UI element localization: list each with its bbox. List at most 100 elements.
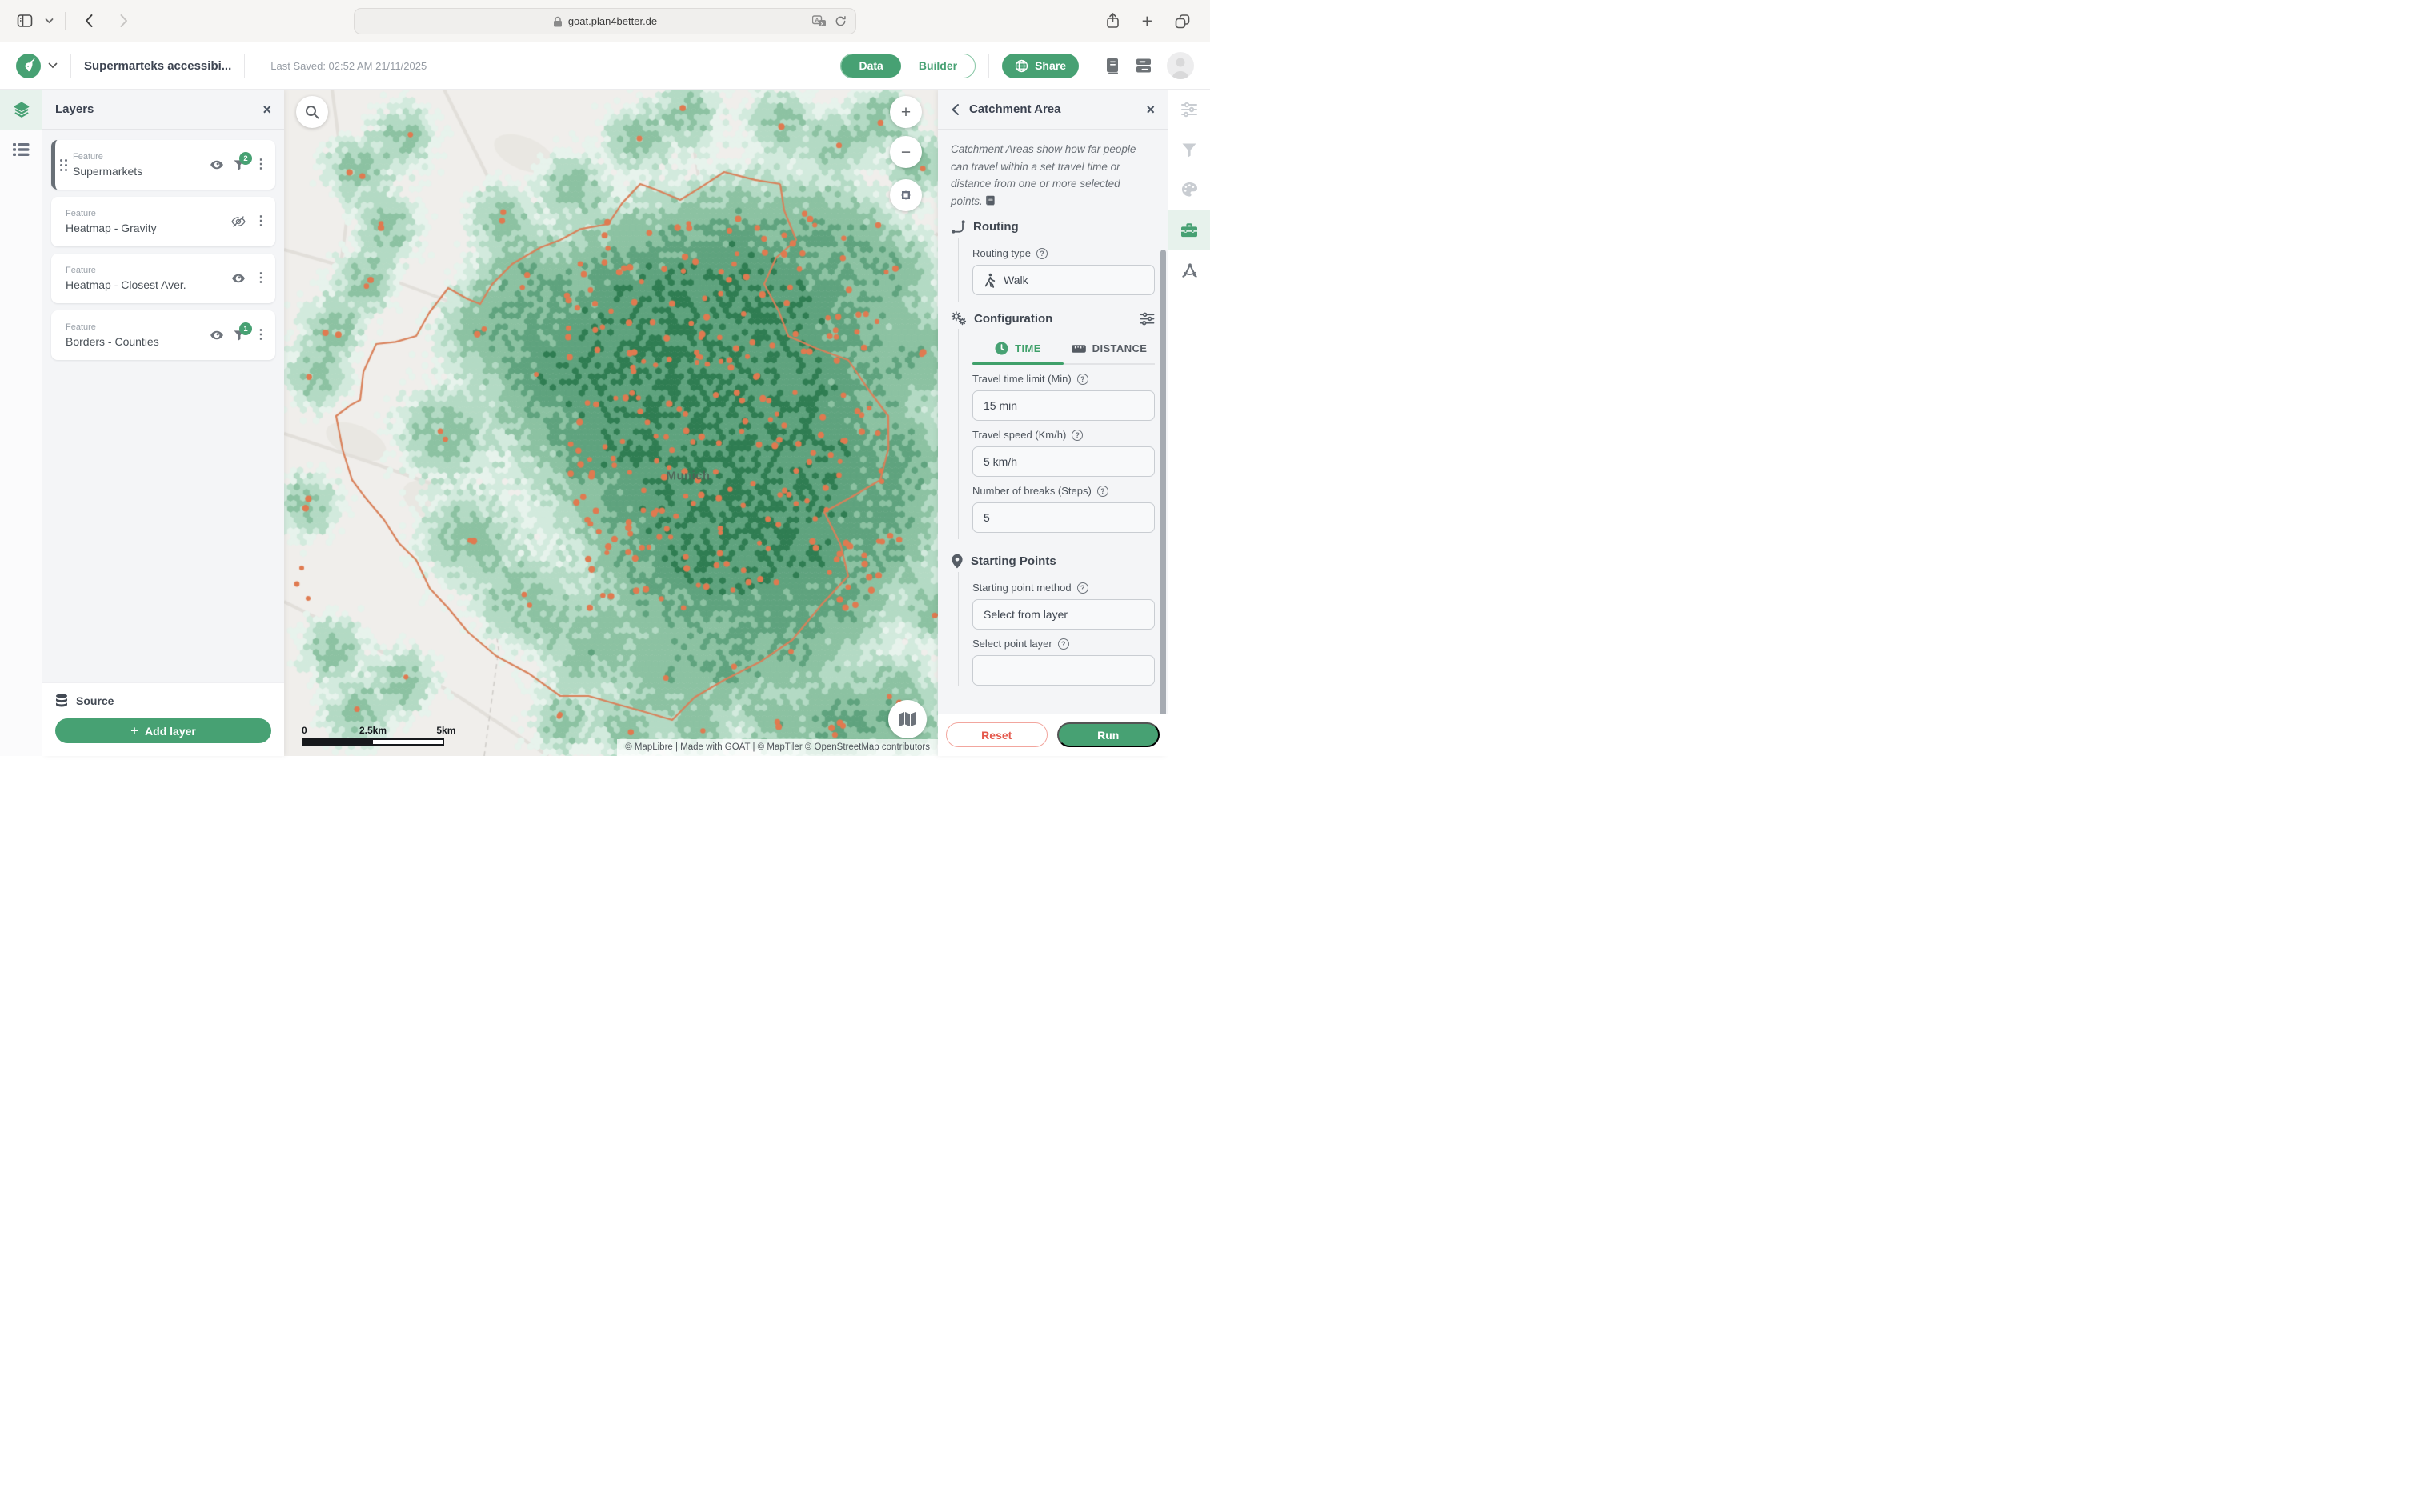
travel-speed-input[interactable]: 5 km/h — [972, 446, 1155, 477]
panel-scrollbar[interactable] — [1160, 250, 1166, 714]
tab-overview-icon[interactable] — [1174, 13, 1191, 30]
rail-item-layers[interactable] — [0, 90, 42, 130]
basemap-button[interactable] — [888, 700, 927, 738]
catchment-area-panel: Catchment Area × Catchment Areas show ho… — [938, 90, 1168, 756]
tab-builder[interactable]: Builder — [901, 54, 975, 78]
fullscreen-button[interactable] — [890, 179, 922, 211]
sidebar-toggle-icon[interactable] — [16, 12, 34, 30]
filter-count-badge: 1 — [239, 322, 252, 335]
layer-card-heatmap-gravity[interactable]: Feature Heatmap - Gravity ⋮ — [51, 197, 275, 246]
help-icon[interactable]: ? — [1058, 638, 1069, 650]
database-icon — [55, 694, 68, 708]
map-search-button[interactable] — [296, 96, 328, 128]
visibility-eye-icon[interactable] — [231, 271, 246, 286]
layers-icon — [13, 101, 30, 118]
address-bar[interactable]: goat.plan4better.de Ax — [354, 8, 856, 34]
help-icon[interactable]: ? — [1036, 248, 1048, 259]
panel-close-icon[interactable]: × — [1146, 102, 1155, 117]
layer-menu-icon[interactable]: ⋮ — [254, 215, 267, 228]
layer-card-borders-counties[interactable]: Feature Borders - Counties 1 ⋮ — [51, 310, 275, 360]
layer-type-label: Feature — [73, 152, 142, 162]
starting-point-method-select[interactable]: Select from layer — [972, 599, 1155, 630]
zoom-out-button[interactable]: − — [890, 136, 922, 168]
help-icon[interactable]: ? — [1072, 430, 1083, 441]
svg-text:A: A — [815, 16, 819, 23]
pin-icon — [951, 554, 964, 569]
tab-distance[interactable]: DISTANCE — [1064, 335, 1155, 363]
search-icon — [304, 104, 320, 120]
avatar[interactable] — [1167, 52, 1194, 79]
routing-type-value: Walk — [1004, 274, 1028, 286]
visibility-eye-icon[interactable] — [210, 158, 224, 172]
add-layer-button[interactable]: + Add layer — [55, 718, 271, 743]
layer-card-heatmap-closest[interactable]: Feature Heatmap - Closest Aver... ⋮ — [51, 254, 275, 303]
docs-book-icon[interactable] — [985, 195, 996, 206]
travel-time-input[interactable]: 15 min — [972, 390, 1155, 421]
ruler-icon — [1072, 344, 1086, 354]
rail-item-style[interactable] — [1168, 170, 1210, 210]
reload-icon[interactable] — [835, 15, 847, 27]
rail-item-properties[interactable] — [1168, 90, 1210, 130]
filter-icon[interactable]: 1 — [233, 329, 246, 342]
tab-time[interactable]: TIME — [972, 335, 1064, 363]
layer-menu-icon[interactable]: ⋮ — [254, 329, 267, 342]
layer-type-label: Feature — [66, 322, 159, 332]
goat-logo[interactable] — [16, 54, 41, 78]
travel-speed-label: Travel speed (Km/h) ? — [972, 429, 1155, 441]
city-label: Munich — [667, 470, 711, 483]
layers-close-icon[interactable]: × — [262, 102, 271, 117]
news-panels-icon[interactable] — [1135, 58, 1152, 74]
translate-icon[interactable]: Ax — [812, 15, 827, 28]
sidebar-chevron-down-icon[interactable] — [45, 18, 54, 24]
configuration-tabs: TIME DISTANCE — [972, 335, 1155, 365]
svg-text:x: x — [821, 21, 824, 26]
help-icon[interactable]: ? — [1077, 374, 1088, 385]
map-canvas[interactable] — [284, 90, 938, 756]
layer-menu-icon[interactable]: ⋮ — [254, 158, 267, 171]
browser-toolbar: goat.plan4better.de Ax + — [0, 0, 1210, 42]
source-row[interactable]: Source — [55, 694, 271, 708]
rail-item-scenario[interactable] — [1168, 250, 1210, 290]
filter-icon[interactable]: 2 — [233, 158, 246, 171]
scale-bar: 0 2.5km 5km — [302, 725, 444, 746]
palette-icon — [1181, 182, 1198, 198]
routing-type-label: Routing type ? — [972, 247, 1155, 259]
rail-item-toolbox[interactable] — [1168, 210, 1210, 250]
app-header: Supermarteks accessibi... Last Saved: 02… — [0, 42, 1210, 90]
project-title[interactable]: Supermarteks accessibi... — [84, 59, 231, 73]
back-button[interactable] — [82, 13, 98, 29]
reset-button[interactable]: Reset — [946, 722, 1048, 747]
zoom-in-button[interactable]: + — [890, 96, 922, 128]
breaks-input[interactable]: 5 — [972, 502, 1155, 533]
drag-handle-icon[interactable] — [60, 159, 67, 171]
panel-back-icon[interactable] — [951, 103, 960, 116]
right-rail — [1168, 90, 1210, 756]
routing-type-select[interactable]: Walk — [972, 265, 1155, 295]
visibility-eye-off-icon[interactable] — [231, 214, 246, 229]
layer-name: Supermarkets — [73, 165, 142, 178]
project-chevron-down-icon[interactable] — [48, 62, 58, 69]
layer-menu-icon[interactable]: ⋮ — [254, 272, 267, 285]
help-icon[interactable]: ? — [1077, 582, 1088, 594]
new-tab-icon[interactable]: + — [1142, 12, 1152, 30]
tab-data[interactable]: Data — [841, 54, 900, 78]
map[interactable]: Munich + − 0 2.5km 5km — [284, 90, 938, 756]
header-divider — [988, 54, 989, 78]
docs-icon[interactable] — [1105, 57, 1120, 74]
share-button[interactable]: Share — [1002, 54, 1079, 78]
starting-point-method-label: Starting point method ? — [972, 582, 1155, 594]
gears-icon — [951, 311, 967, 326]
layer-card-supermarkets[interactable]: Feature Supermarkets 2 ⋮ — [51, 140, 275, 190]
left-rail — [0, 90, 42, 756]
rail-item-filter[interactable] — [1168, 130, 1210, 170]
scale-zero: 0 — [302, 725, 307, 736]
globe-icon — [1015, 59, 1028, 73]
select-point-layer-select[interactable] — [972, 655, 1155, 686]
rail-item-legend[interactable] — [0, 130, 42, 170]
visibility-eye-icon[interactable] — [210, 328, 224, 342]
advanced-settings-icon[interactable] — [1140, 312, 1155, 326]
share-page-icon[interactable] — [1105, 12, 1120, 30]
run-button[interactable]: Run — [1057, 722, 1160, 747]
forward-button[interactable] — [115, 13, 131, 29]
help-icon[interactable]: ? — [1097, 486, 1108, 497]
